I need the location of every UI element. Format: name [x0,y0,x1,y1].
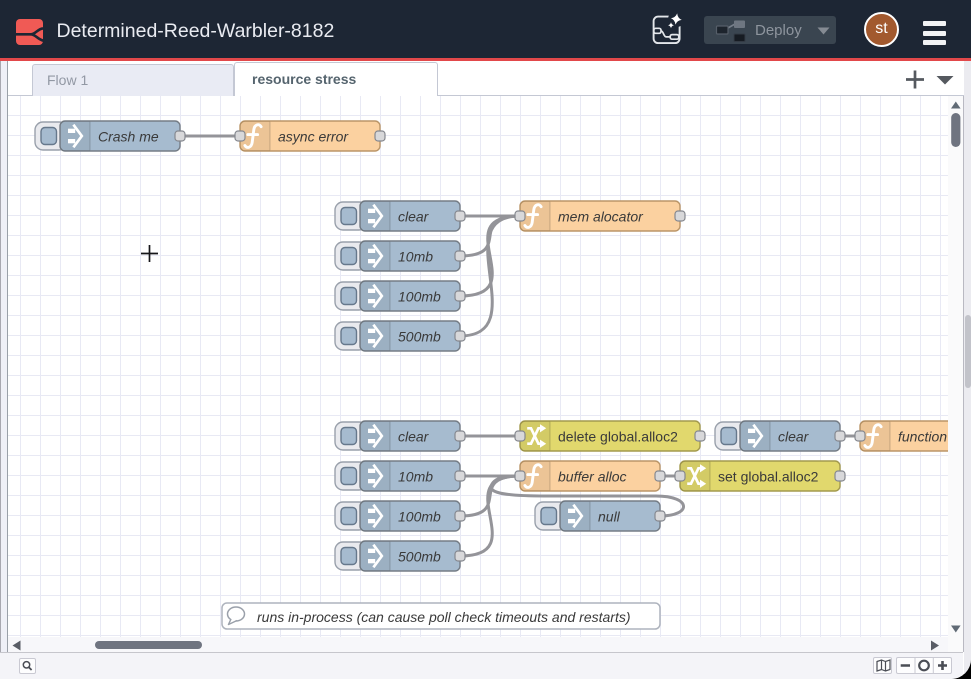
svg-text:null: null [598,509,621,525]
svg-text:set global.alloc2: set global.alloc2 [718,469,819,485]
svg-text:Crash me: Crash me [98,129,159,145]
svg-text:mem alocator: mem alocator [558,209,644,225]
svg-text:function: function [898,429,947,445]
svg-text:10mb: 10mb [398,469,433,485]
svg-text:500mb: 500mb [398,549,441,565]
svg-text:clear: clear [398,429,430,445]
svg-text:async error: async error [278,129,349,145]
svg-text:delete global.alloc2: delete global.alloc2 [558,429,678,445]
svg-text:100mb: 100mb [398,289,441,305]
svg-text:clear: clear [398,209,430,225]
svg-text:buffer alloc: buffer alloc [558,469,626,485]
svg-text:runs in-process (can cause pol: runs in-process (can cause poll check ti… [257,609,631,625]
svg-text:clear: clear [778,429,810,445]
svg-text:10mb: 10mb [398,249,433,265]
svg-text:100mb: 100mb [398,509,441,525]
svg-text:500mb: 500mb [398,329,441,345]
